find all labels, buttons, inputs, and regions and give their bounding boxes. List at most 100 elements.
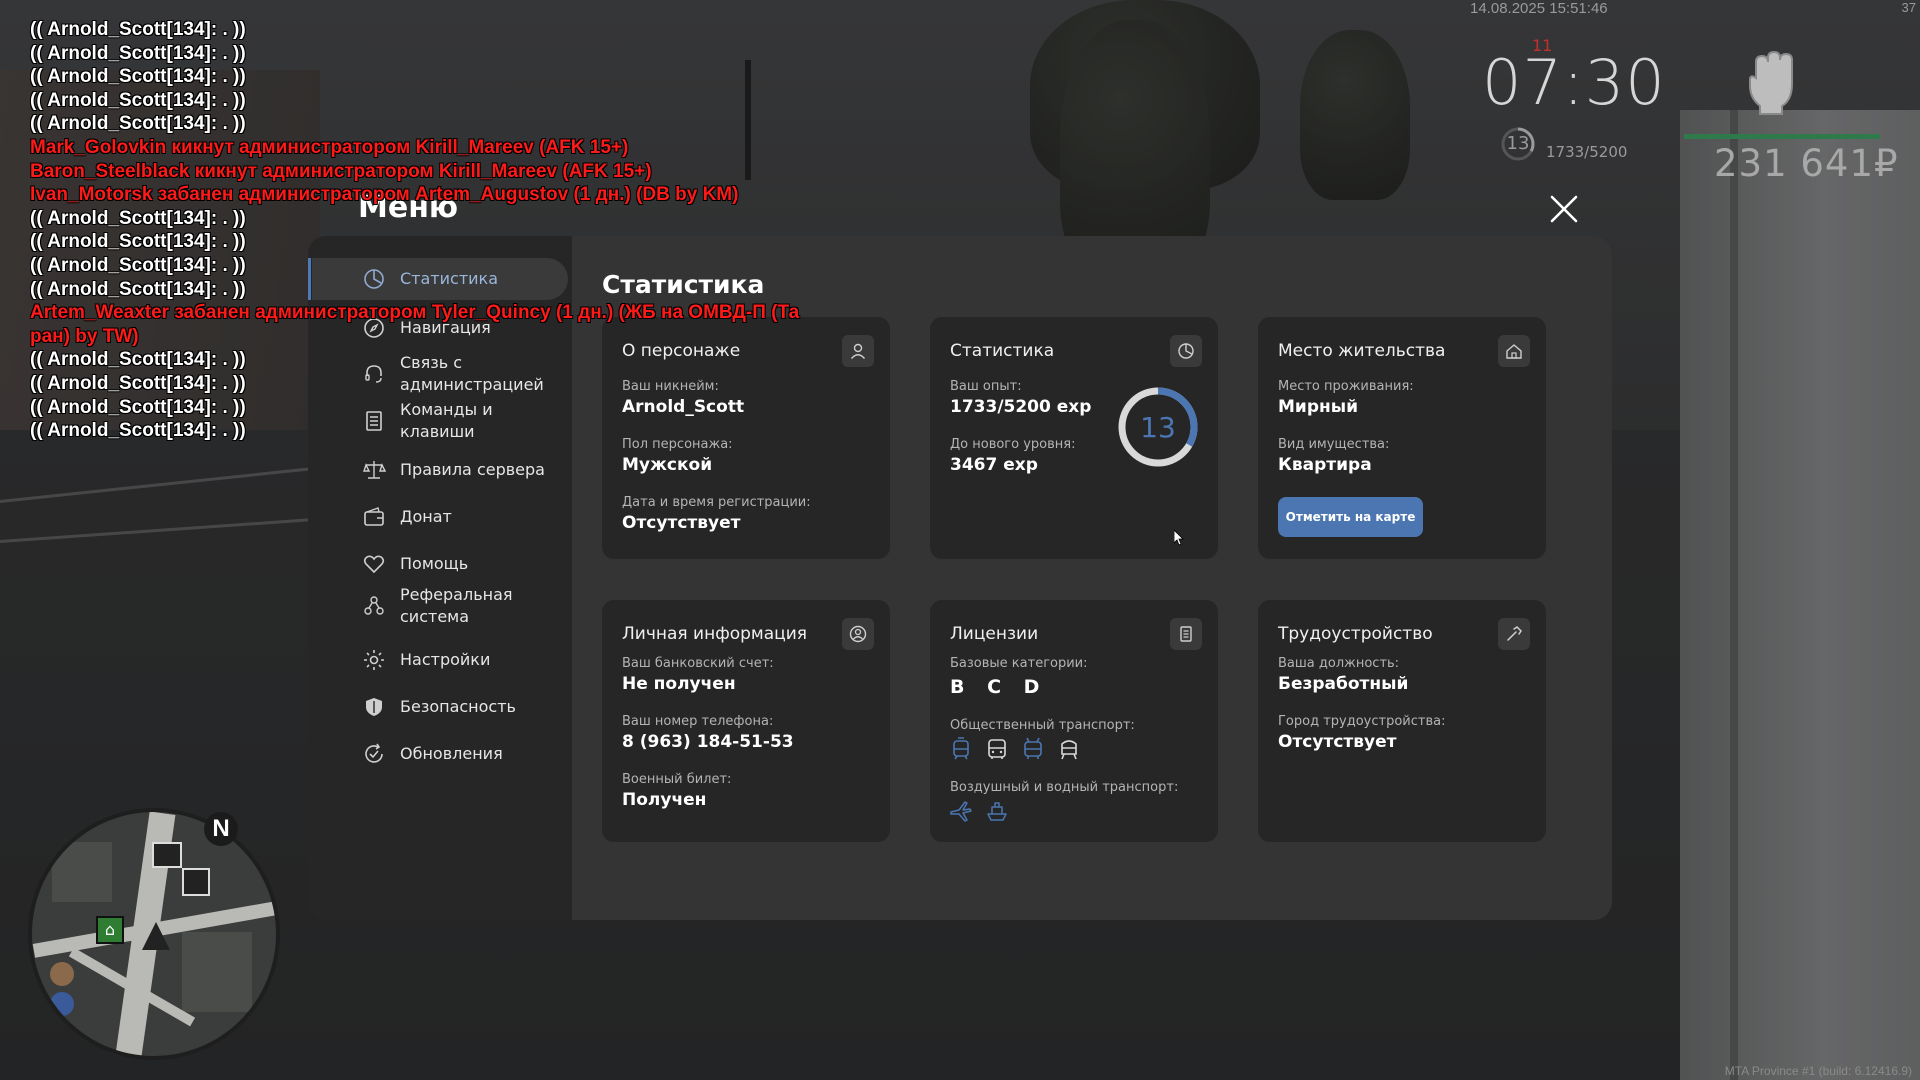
chat-message: (( Arnold_Scott[134]: . )) xyxy=(30,66,246,88)
sidebar-item-8[interactable]: Реферальная система xyxy=(312,581,568,631)
chat-message: (( Arnold_Scott[134]: . )) xyxy=(30,254,246,276)
personal-info-card: Личная информация Ваш банковский счет: Н… xyxy=(602,600,890,842)
close-icon[interactable] xyxy=(1546,191,1582,227)
hud-money: 231 641₽ xyxy=(1714,142,1899,185)
job-city-value: Отсутствует xyxy=(1278,732,1397,752)
residence-place-value: Мирный xyxy=(1278,397,1359,417)
sidebar-item-7[interactable]: Помощь xyxy=(312,542,568,586)
next-level-label: До нового уровня: xyxy=(950,437,1076,452)
registration-label: Дата и время регистрации: xyxy=(622,495,811,510)
card-title: Трудоустройство xyxy=(1278,624,1433,644)
trolleybus-icon xyxy=(1024,737,1042,759)
map-marker-icon xyxy=(50,992,74,1016)
minimap: ⌂ xyxy=(28,808,280,1060)
gear-icon xyxy=(364,650,384,670)
user-circle-icon xyxy=(842,618,874,650)
licenses-card: Лицензии Базовые категории: B C D Общест… xyxy=(930,600,1218,842)
chat-message: (( Arnold_Scott[134]: . )) xyxy=(30,231,246,253)
chat-admin-message: Baron_Steelblack кикнут администратором … xyxy=(30,160,652,182)
hud-level-number: 13 xyxy=(1506,133,1530,154)
level-progress-ring: 13 xyxy=(1118,387,1198,467)
chat-message: (( Arnold_Scott[134]: . )) xyxy=(30,396,246,418)
public-transport-label: Общественный транспорт: xyxy=(950,718,1135,733)
player-arrow-icon xyxy=(142,922,170,950)
chat-message: (( Arnold_Scott[134]: . )) xyxy=(30,89,246,111)
chat-admin-message: Artem_Weaxter забанен администратором Ty… xyxy=(30,302,800,347)
map-marker-icon xyxy=(50,962,74,986)
employment-card: Трудоустройство Ваша должность: Безработ… xyxy=(1258,600,1546,842)
bus-icon xyxy=(988,739,1006,759)
sidebar-item-10[interactable]: Безопасность xyxy=(312,685,568,729)
air-water-transport-label: Воздушный и водный транспорт: xyxy=(950,780,1179,795)
shield-icon xyxy=(366,698,382,716)
wallet-icon xyxy=(364,507,384,526)
property-label: Вид имущества: xyxy=(1278,437,1390,452)
hud-datetime: 14.08.2025 15:51:46 xyxy=(1470,0,1608,17)
referral-network-icon xyxy=(364,596,384,615)
chat-admin-message: Mark_Golovkin кикнут администратором Kir… xyxy=(30,136,629,158)
registration-value: Отсутствует xyxy=(622,513,741,533)
exp-label: Ваш опыт: xyxy=(950,379,1022,394)
phone-value: 8 (963) 184-51-53 xyxy=(622,732,794,752)
military-value: Получен xyxy=(622,790,707,810)
position-label: Ваша должность: xyxy=(1278,656,1400,671)
house-marker-icon: ⌂ xyxy=(96,916,124,944)
sidebar-item-6[interactable]: Донат xyxy=(312,495,568,539)
sidebar-item-label: Безопасность xyxy=(400,697,516,716)
gender-value: Мужской xyxy=(622,455,713,475)
hud-money-bar xyxy=(1684,134,1880,139)
sidebar-item-label: Донат xyxy=(400,507,452,526)
fist-weapon-icon xyxy=(1749,50,1793,115)
chat-message: (( Arnold_Scott[134]: . )) xyxy=(30,349,246,371)
chat-message: (( Arnold_Scott[134]: . )) xyxy=(30,113,246,135)
base-categories-label: Базовые категории: xyxy=(950,656,1088,671)
chat-message: (( Arnold_Scott[134]: . )) xyxy=(30,19,246,40)
bank-label: Ваш банковский счет: xyxy=(622,656,774,671)
mark-on-map-button[interactable]: Отметить на карте xyxy=(1278,497,1423,537)
sidebar-item-label: Правила сервера xyxy=(400,460,545,479)
hud-clock: 07:30 xyxy=(1482,46,1666,119)
build-info: MTA Province #1 (build: 6.12416.9) xyxy=(1724,1064,1912,1078)
boat-icon xyxy=(987,802,1007,821)
sidebar-item-5[interactable]: Правила сервера xyxy=(312,448,568,492)
card-title: Личная информация xyxy=(622,624,808,644)
chat-message: (( Arnold_Scott[134]: . )) xyxy=(30,420,246,442)
residence-place-label: Место проживания: xyxy=(1278,379,1414,394)
property-value: Квартира xyxy=(1278,455,1372,475)
base-categories-value: B C D xyxy=(950,676,1048,698)
military-label: Военный билет: xyxy=(622,772,732,787)
refresh-check-icon xyxy=(365,743,383,763)
sidebar-item-label: Настройки xyxy=(400,650,491,669)
bank-value: Не получен xyxy=(622,674,736,694)
phone-label: Ваш номер телефона: xyxy=(622,714,774,729)
statistics-card: Статистика Ваш опыт: 1733/5200 exp До но… xyxy=(930,317,1218,559)
card-title: Лицензии xyxy=(950,624,1039,644)
hud-level-indicator: 13 xyxy=(1500,126,1536,162)
sidebar-item-9[interactable]: Настройки xyxy=(312,638,568,682)
train-icon xyxy=(1061,740,1077,760)
hud-exp: 1733/5200 xyxy=(1546,143,1628,161)
map-marker-icon xyxy=(152,842,182,868)
next-level-value: 3467 exp xyxy=(950,455,1038,475)
sidebar-item-label: Помощь xyxy=(400,554,469,573)
job-city-label: Город трудоустройства: xyxy=(1278,714,1446,729)
chat-log: (( Arnold_Scott[134]: . ))(( Arnold_Scot… xyxy=(30,18,910,443)
handshake-heart-icon xyxy=(363,555,385,574)
position-value: Безработный xyxy=(1278,674,1409,694)
hammer-icon xyxy=(1498,618,1530,650)
card-title: Место жительства xyxy=(1278,341,1446,361)
pie-chart-icon xyxy=(1170,335,1202,367)
sidebar-item-label: Реферальная система xyxy=(400,585,513,626)
hud-corner-text: 37 xyxy=(1901,0,1916,15)
residence-card: Место жительства Место проживания: Мирны… xyxy=(1258,317,1546,559)
tram-icon xyxy=(953,737,969,760)
chat-message: (( Arnold_Scott[134]: . )) xyxy=(30,207,246,229)
airplane-icon xyxy=(950,801,972,822)
card-title: Статистика xyxy=(950,341,1055,361)
chat-message: (( Arnold_Scott[134]: . )) xyxy=(30,372,246,394)
sidebar-item-11[interactable]: Обновления xyxy=(312,732,568,776)
exp-value: 1733/5200 exp xyxy=(950,397,1092,417)
sidebar-item-label: Обновления xyxy=(400,744,503,763)
chat-admin-message: Ivan_Motorsk забанен администратором Art… xyxy=(30,184,739,206)
mouse-cursor-icon xyxy=(1174,530,1184,546)
